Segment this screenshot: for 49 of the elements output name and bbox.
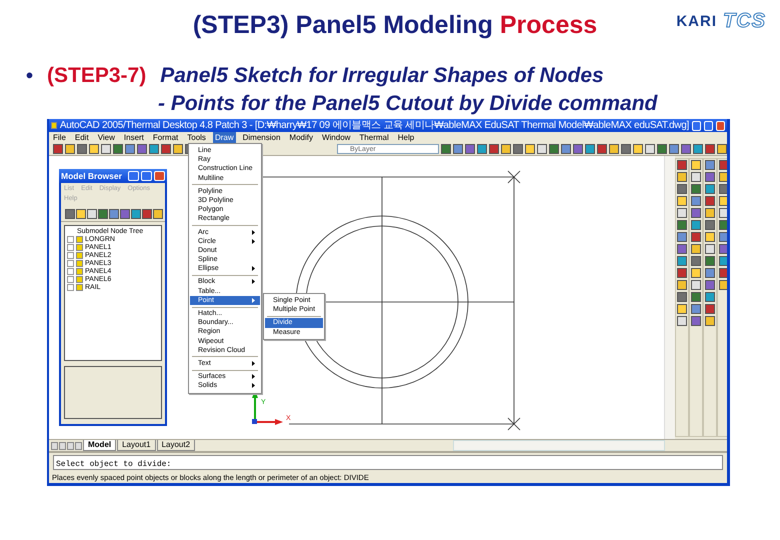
layout-tab[interactable]: Model	[83, 440, 116, 451]
layout-tab[interactable]: Layout1	[117, 440, 156, 451]
expand-icon[interactable]	[67, 260, 74, 267]
close-button[interactable]	[716, 120, 725, 130]
menu-item[interactable]: Tools	[185, 132, 208, 143]
layout-tab[interactable]: Layout2	[156, 440, 196, 451]
menu-item[interactable]: Help	[396, 132, 416, 143]
menu-item[interactable]: View	[96, 132, 117, 143]
tool-icon[interactable]	[65, 208, 75, 219]
minimize-button[interactable]	[692, 120, 701, 130]
menu-item[interactable]: Window	[320, 132, 352, 143]
menu-item[interactable]: Edit	[72, 132, 91, 143]
expand-icon[interactable]	[67, 284, 74, 291]
app-icon	[51, 122, 57, 129]
menu-item[interactable]: File	[51, 132, 68, 143]
maximize-button[interactable]	[704, 120, 713, 130]
menu-item[interactable]: Format	[150, 132, 180, 143]
tool-icon[interactable]	[131, 208, 141, 219]
tool-icon[interactable]	[98, 208, 108, 219]
tool-icon[interactable]	[109, 208, 119, 219]
menu-item[interactable]: Draw	[212, 132, 236, 143]
logo: TCS	[723, 10, 766, 33]
horizontal-scrollbar[interactable]	[453, 440, 665, 451]
bullet-subtext: - Points for the Panel5 Cutout by Divide command	[157, 92, 659, 116]
expand-icon[interactable]	[67, 252, 74, 259]
expand-icon[interactable]	[67, 276, 74, 283]
menu-item[interactable]: Thermal	[357, 132, 391, 143]
logo: KARI	[676, 13, 717, 30]
slide-title: (STEP3) Panel5 Modeling Process	[192, 10, 598, 40]
tool-icon[interactable]	[76, 208, 86, 219]
expand-icon[interactable]	[67, 244, 74, 251]
window-title: AutoCAD 2005/Thermal Desktop 4.8 Patch 3 - [D:₩harry₩17 09 에이블맥스 교육 세미나₩ableMAX EduSAT Thermal Model₩ableMAX eduSAT.dwg]	[60, 119, 689, 132]
bullet-marker: •	[26, 65, 34, 88]
tool-icon[interactable]	[153, 208, 163, 219]
panel-title: Model Browser	[61, 170, 123, 181]
menu-item[interactable]: Insert	[122, 132, 146, 143]
minimize-button[interactable]	[128, 170, 139, 181]
expand-icon[interactable]	[67, 268, 74, 275]
vertical-scrollbar[interactable]	[664, 156, 675, 439]
maximize-button[interactable]	[141, 170, 152, 181]
tool-icon[interactable]	[120, 208, 130, 219]
menu-item[interactable]: Modify	[287, 132, 315, 143]
expand-icon[interactable]	[67, 236, 74, 243]
menu-item[interactable]: Dimension	[240, 132, 282, 143]
tool-icon[interactable]	[142, 208, 152, 219]
close-button[interactable]	[154, 170, 165, 181]
bullet-text: Panel5 Sketch for Irregular Shapes of Nodes	[160, 64, 604, 88]
tool-icon[interactable]	[87, 208, 97, 219]
step-label: (STEP3-7)	[47, 64, 146, 88]
